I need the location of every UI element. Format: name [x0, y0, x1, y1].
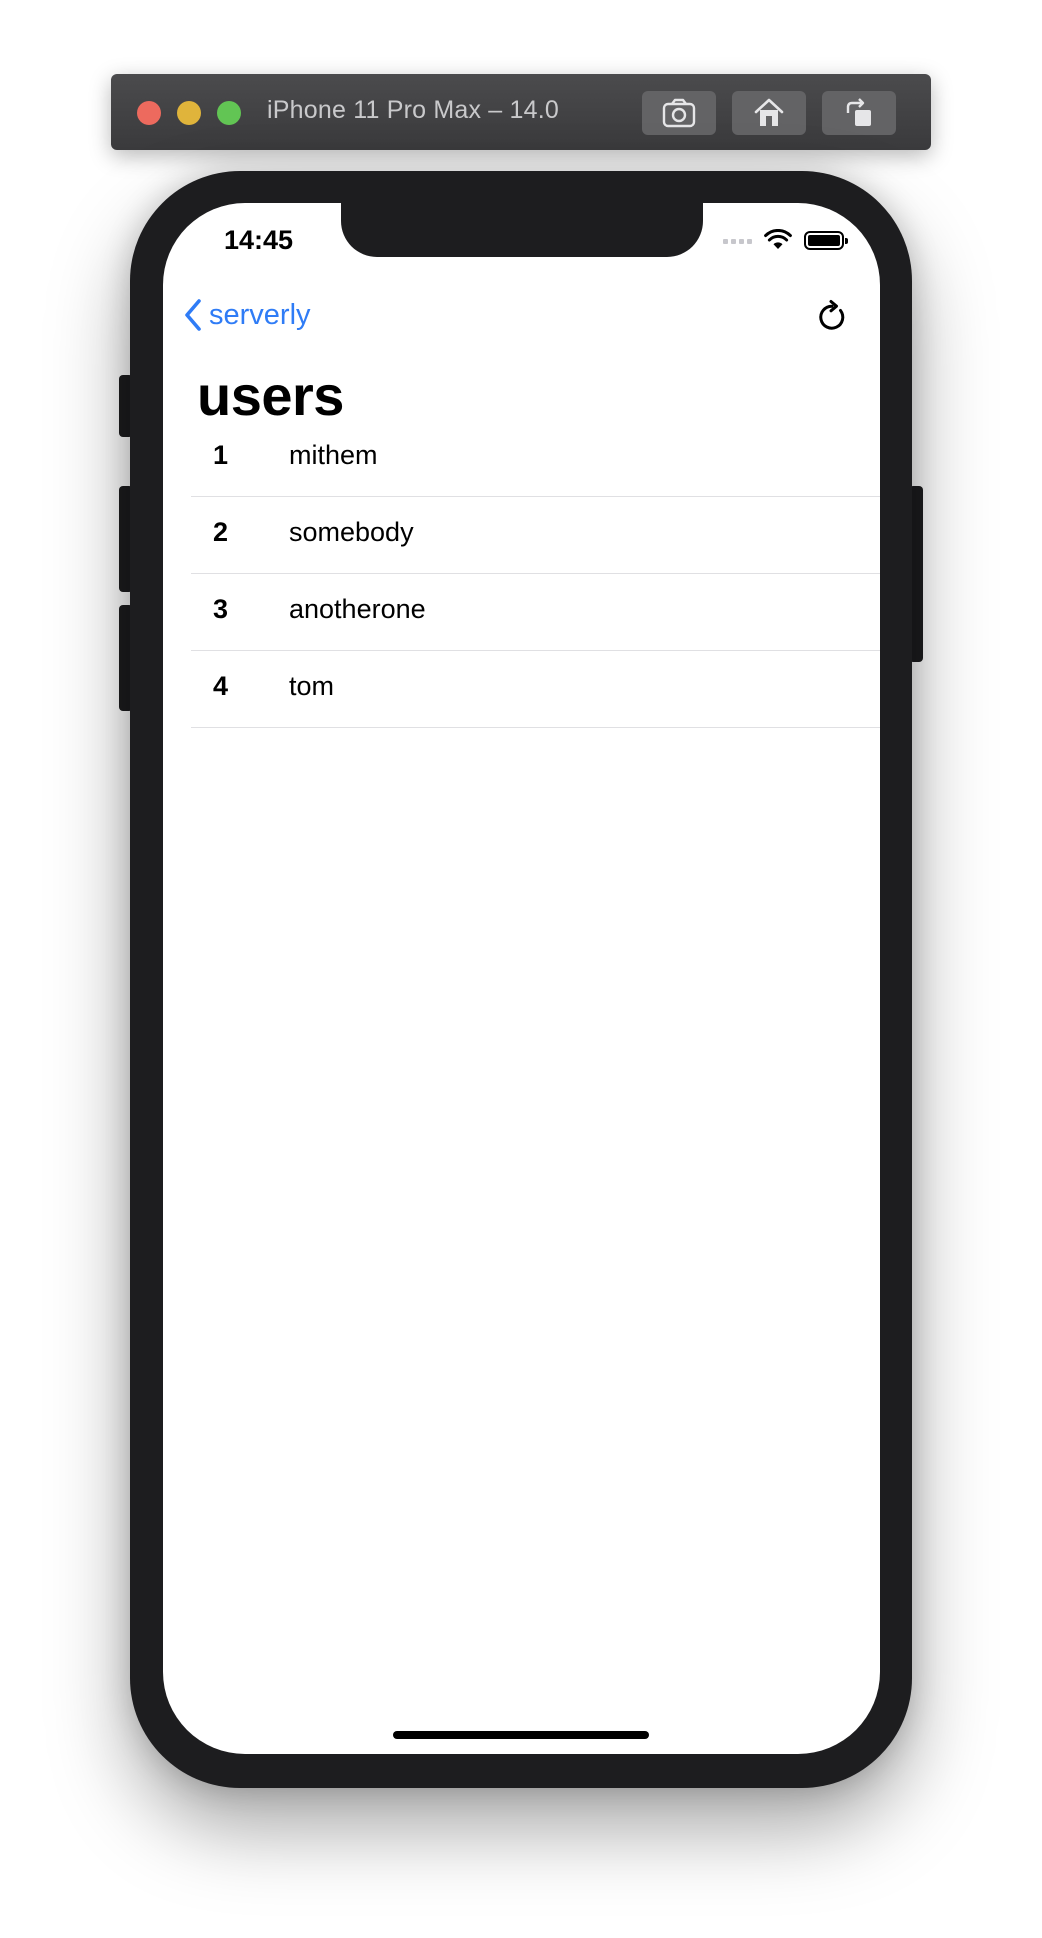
user-name: tom	[289, 671, 335, 701]
battery-icon	[804, 230, 848, 250]
user-id: 4	[213, 671, 229, 701]
list-item[interactable]: 2 somebody	[191, 497, 880, 574]
refresh-button[interactable]	[814, 299, 850, 335]
list-item[interactable]: 1 mithem	[191, 420, 880, 497]
users-list: 1 mithem 2 somebody 3 anotherone 4 tom	[191, 420, 880, 728]
simulator-stage: iPhone 11 Pro Max – 14.0 14:45 serverly …	[0, 0, 1042, 1938]
refresh-icon	[819, 300, 845, 330]
minimize-window-button[interactable]	[177, 101, 201, 125]
wifi-icon	[764, 229, 792, 249]
rotate-button[interactable]	[822, 91, 896, 135]
cellular-signal-icon	[723, 236, 752, 244]
simulator-title: iPhone 11 Pro Max – 14.0	[267, 96, 560, 124]
status-indicators	[723, 229, 848, 251]
camera-icon	[662, 98, 696, 128]
home-button[interactable]	[732, 91, 806, 135]
list-item[interactable]: 4 tom	[191, 651, 880, 728]
notch	[341, 203, 703, 257]
user-name: somebody	[289, 517, 414, 547]
back-button-label: serverly	[209, 298, 311, 331]
close-window-button[interactable]	[137, 101, 161, 125]
home-icon	[754, 98, 784, 126]
list-item[interactable]: 3 anotherone	[191, 574, 880, 651]
back-button[interactable]: serverly	[183, 298, 311, 332]
chevron-left-icon	[185, 299, 201, 331]
user-id: 1	[213, 440, 229, 470]
page-title: users	[197, 364, 344, 427]
home-indicator[interactable]	[393, 1731, 649, 1739]
user-name: anotherone	[289, 594, 426, 624]
user-id: 3	[213, 594, 229, 624]
user-id: 2	[213, 517, 229, 547]
screenshot-button[interactable]	[642, 91, 716, 135]
simulator-title-bar: iPhone 11 Pro Max – 14.0	[111, 74, 931, 150]
zoom-window-button[interactable]	[217, 101, 241, 125]
rotate-icon	[846, 98, 871, 126]
phone-screen: 14:45 serverly users 1 mithem 2 somebody…	[163, 203, 880, 1754]
status-time: 14:45	[224, 225, 294, 255]
user-name: mithem	[289, 440, 378, 470]
